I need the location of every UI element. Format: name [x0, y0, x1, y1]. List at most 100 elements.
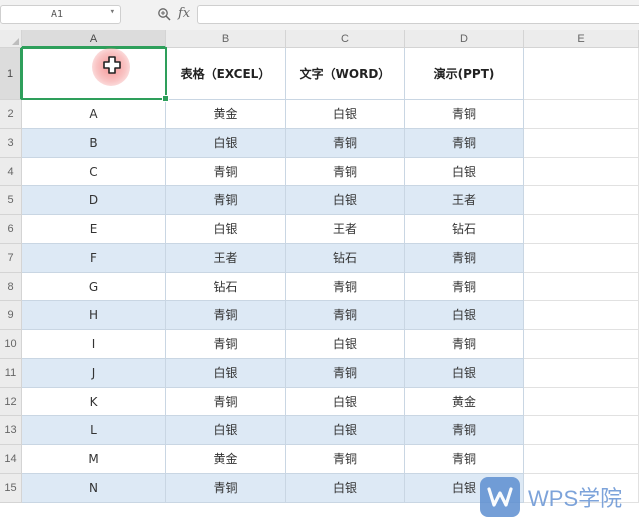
cell-e8[interactable]: [524, 272, 639, 302]
cell-d1[interactable]: 演示(PPT): [405, 48, 524, 100]
cell-e4[interactable]: [524, 157, 639, 187]
cell-c12[interactable]: 白银: [286, 387, 405, 417]
cell-d5[interactable]: 王者: [405, 186, 524, 215]
cell-c11[interactable]: 青铜: [286, 358, 405, 388]
cell-c15[interactable]: 白银: [286, 473, 405, 503]
cell-a7[interactable]: F: [22, 243, 166, 273]
cell-b4[interactable]: 青铜: [166, 157, 286, 187]
cell-d12[interactable]: 黄金: [405, 387, 524, 417]
row-header-5[interactable]: 5: [0, 186, 22, 215]
cell-b2[interactable]: 黄金: [166, 100, 286, 129]
row-header-10[interactable]: 10: [0, 330, 22, 359]
cell-d9[interactable]: 白银: [405, 301, 524, 330]
magnifier-icon[interactable]: [157, 7, 171, 24]
row-header-1[interactable]: 1: [0, 48, 22, 100]
cell-a6[interactable]: E: [22, 215, 166, 244]
cell-c2[interactable]: 白银: [286, 100, 405, 129]
cell-a11[interactable]: J: [22, 358, 166, 388]
cell-b9[interactable]: 青铜: [166, 301, 286, 330]
cell-d7[interactable]: 青铜: [405, 243, 524, 273]
cell-a4[interactable]: C: [22, 157, 166, 187]
cell-c9[interactable]: 青铜: [286, 301, 405, 330]
row-header-13[interactable]: 13: [0, 416, 22, 445]
cell-e12[interactable]: [524, 387, 639, 417]
cell-a2[interactable]: A: [22, 100, 166, 129]
cell-b8[interactable]: 钻石: [166, 272, 286, 302]
cell-a14[interactable]: M: [22, 445, 166, 474]
row-header-6[interactable]: 6: [0, 215, 22, 244]
name-box[interactable]: A1 ▾: [0, 5, 121, 24]
cell-d8[interactable]: 青铜: [405, 272, 524, 302]
cell-e13[interactable]: [524, 416, 639, 445]
cell-e2[interactable]: [524, 100, 639, 129]
cell-c8[interactable]: 青铜: [286, 272, 405, 302]
row-header-11[interactable]: 11: [0, 358, 22, 388]
cell-b7[interactable]: 王者: [166, 243, 286, 273]
cell-b15[interactable]: 青铜: [166, 473, 286, 503]
fx-label[interactable]: fx: [178, 6, 190, 21]
column-header-a[interactable]: A: [22, 30, 166, 48]
select-all-corner[interactable]: [0, 30, 22, 48]
cell-a13[interactable]: L: [22, 416, 166, 445]
cell-d2[interactable]: 青铜: [405, 100, 524, 129]
cell-a9[interactable]: H: [22, 301, 166, 330]
cell-b12[interactable]: 青铜: [166, 387, 286, 417]
row-header-12[interactable]: 12: [0, 387, 22, 417]
row-header-9[interactable]: 9: [0, 301, 22, 330]
cell-c13[interactable]: 白银: [286, 416, 405, 445]
cell-e1[interactable]: [524, 48, 639, 100]
chevron-down-icon[interactable]: ▾: [110, 7, 115, 17]
cell-a5[interactable]: D: [22, 186, 166, 215]
cell-e3[interactable]: [524, 128, 639, 158]
cell-e5[interactable]: [524, 186, 639, 215]
cell-c1[interactable]: 文字（WORD）: [286, 48, 405, 100]
cell-d4[interactable]: 白银: [405, 157, 524, 187]
column-header-e[interactable]: E: [524, 30, 639, 48]
cell-b6[interactable]: 白银: [166, 215, 286, 244]
cell-c6[interactable]: 王者: [286, 215, 405, 244]
row-header-15[interactable]: 15: [0, 473, 22, 503]
cell-e11[interactable]: [524, 358, 639, 388]
cell-a10[interactable]: I: [22, 330, 166, 359]
cell-b10[interactable]: 青铜: [166, 330, 286, 359]
cell-e7[interactable]: [524, 243, 639, 273]
cell-d6[interactable]: 钻石: [405, 215, 524, 244]
cell-e9[interactable]: [524, 301, 639, 330]
row-header-14[interactable]: 14: [0, 445, 22, 474]
cell-c3[interactable]: 青铜: [286, 128, 405, 158]
cell-d14[interactable]: 青铜: [405, 445, 524, 474]
watermark-text: WPS学院: [528, 486, 623, 511]
row-header-7[interactable]: 7: [0, 243, 22, 273]
cell-d13[interactable]: 青铜: [405, 416, 524, 445]
cell-a8[interactable]: G: [22, 272, 166, 302]
cell-b13[interactable]: 白银: [166, 416, 286, 445]
cell-b5[interactable]: 青铜: [166, 186, 286, 215]
cell-e6[interactable]: [524, 215, 639, 244]
row-header-8[interactable]: 8: [0, 272, 22, 302]
cell-a15[interactable]: N: [22, 473, 166, 503]
cell-c10[interactable]: 白银: [286, 330, 405, 359]
cell-c4[interactable]: 青铜: [286, 157, 405, 187]
cell-a3[interactable]: B: [22, 128, 166, 158]
cell-b14[interactable]: 黄金: [166, 445, 286, 474]
cell-e14[interactable]: [524, 445, 639, 474]
row-header-4[interactable]: 4: [0, 157, 22, 187]
cell-c7[interactable]: 钻石: [286, 243, 405, 273]
cell-e10[interactable]: [524, 330, 639, 359]
row-header-3[interactable]: 3: [0, 128, 22, 158]
cell-d10[interactable]: 青铜: [405, 330, 524, 359]
cell-b3[interactable]: 白银: [166, 128, 286, 158]
cell-b11[interactable]: 白银: [166, 358, 286, 388]
column-header-d[interactable]: D: [405, 30, 524, 48]
cell-c14[interactable]: 青铜: [286, 445, 405, 474]
spreadsheet-grid[interactable]: A B C D E 1 表格（EXCEL） 文字（WORD） 演示(PPT) 2 A 黄金 白银 青铜 3 B…: [0, 30, 639, 518]
row-header-2[interactable]: 2: [0, 100, 22, 129]
formula-input[interactable]: [197, 5, 639, 24]
column-header-c[interactable]: C: [286, 30, 405, 48]
cell-c5[interactable]: 白银: [286, 186, 405, 215]
cell-b1[interactable]: 表格（EXCEL）: [166, 48, 286, 100]
cell-a12[interactable]: K: [22, 387, 166, 417]
cell-d3[interactable]: 青铜: [405, 128, 524, 158]
cell-d11[interactable]: 白银: [405, 358, 524, 388]
column-header-b[interactable]: B: [166, 30, 286, 48]
